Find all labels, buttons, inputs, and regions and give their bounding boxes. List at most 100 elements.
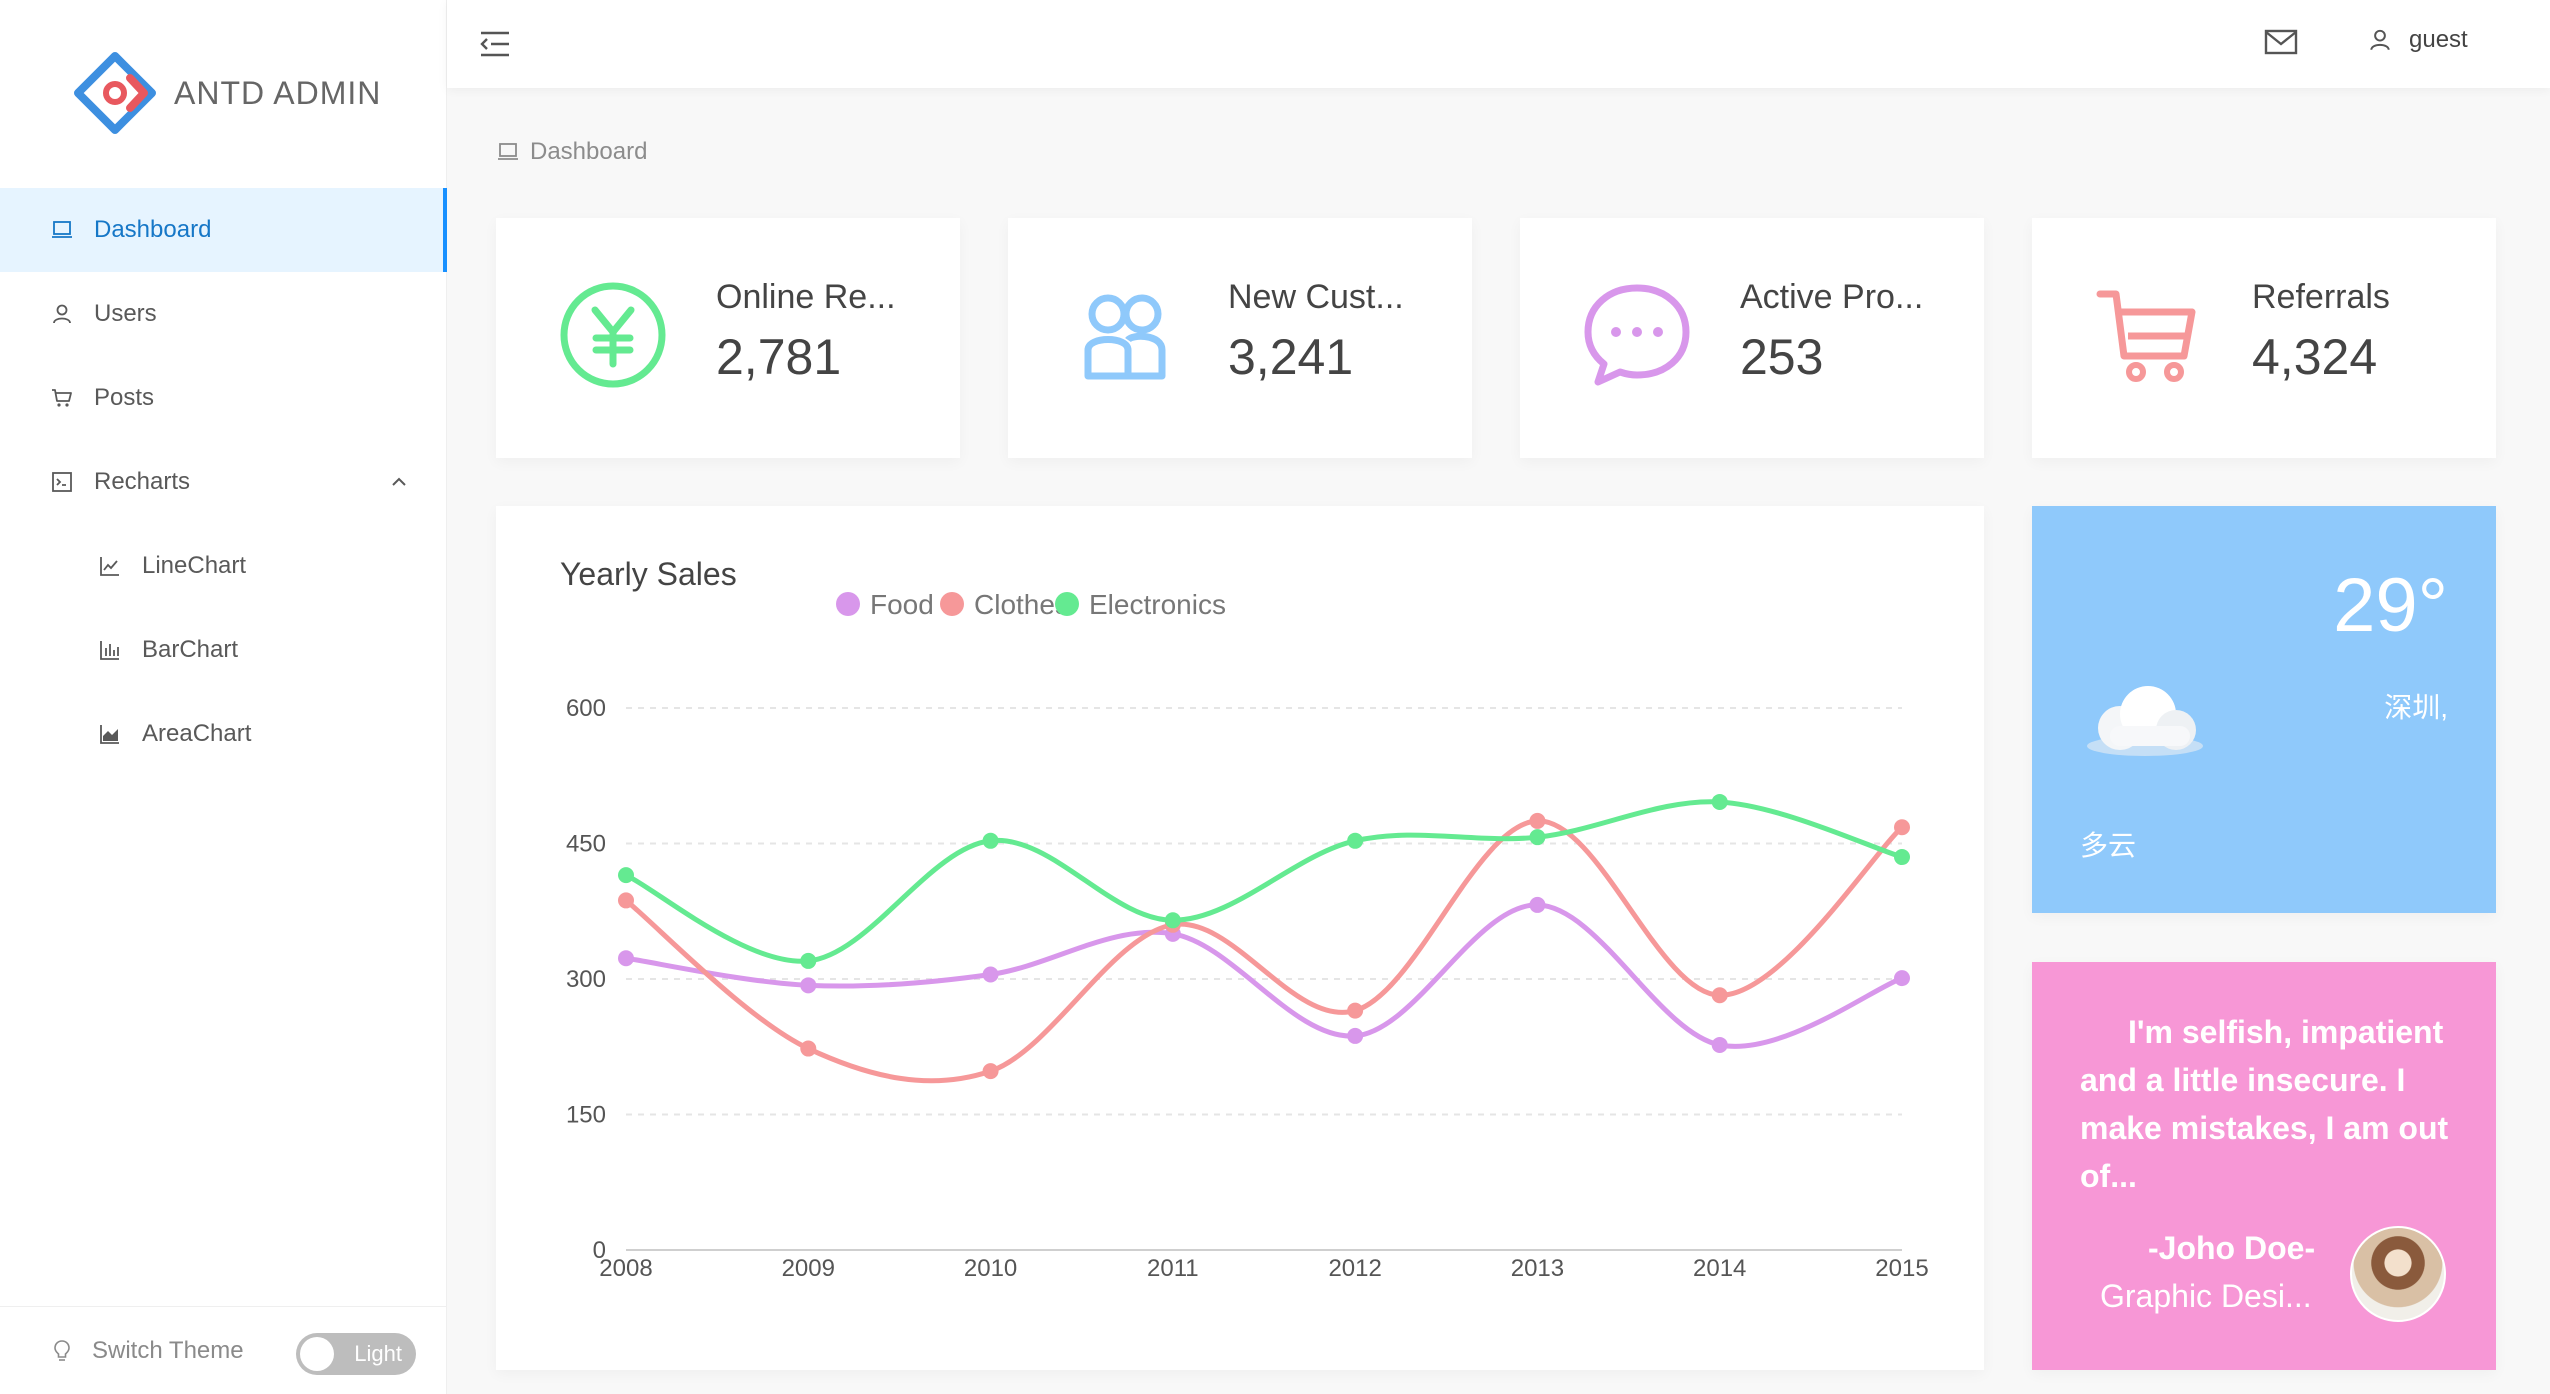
data-point-food [1347,1027,1364,1044]
area-chart-icon [100,725,119,744]
user-icon [2370,29,2390,51]
legend-marker-food [836,592,860,616]
data-point-clothes [618,892,634,909]
stat-value: 3,241 [1228,329,1354,385]
y-tick-label: 150 [566,1102,606,1129]
stat-card-referrals: Referrals 4,324 [2032,218,2496,458]
stat-title: New Cust... [1228,278,1404,316]
data-point-electronics [1529,829,1546,846]
chevron-up-icon[interactable] [387,470,411,494]
quote-card: I'm selfish, impatient and a little inse… [2032,962,2496,1370]
legend-marker-electronics [1055,592,1079,616]
sidebar-item-label: LineChart [142,552,247,579]
weather-city: 深圳, [2384,692,2448,723]
switch-theme-label: Switch Theme [92,1336,244,1364]
sales-line-chart: 01503004506002008 2009 2010 2011 2012 2013 201… [566,589,1929,1282]
data-point-food [1529,896,1546,913]
breadcrumb-item[interactable]: Dashboard [530,138,647,166]
sidebar-item-label: AreaChart [142,720,252,747]
line-chart-icon [100,557,119,576]
sidebar: ANTD ADMIN Dashboard Users Posts Rechart… [0,0,447,1394]
series-line-electronics [624,799,1903,964]
y-tick-label: 300 [566,966,606,993]
code-icon [52,472,72,492]
user-icon [53,304,71,324]
sidebar-menu: Dashboard Users Posts Recharts LineChart… [0,188,447,776]
bar-chart-icon [100,641,119,660]
data-point-clothes [982,1063,999,1080]
theme-toggle-label: Light [354,1341,402,1366]
quote-author-title: Graphic Desi... [2100,1278,2312,1314]
theme-toggle[interactable]: Light [296,1333,416,1375]
logo[interactable]: ANTD ADMIN [72,50,381,136]
logo-text: ANTD ADMIN [174,74,382,111]
data-point-clothes [1894,819,1910,836]
x-tick-label: 2011 [1147,1255,1199,1282]
avatar [2350,1226,2446,1322]
data-point-food [1711,1036,1728,1053]
data-point-clothes [800,1040,817,1057]
stat-value: 4,324 [2252,329,2378,385]
shopping-cart-icon [52,389,72,407]
stat-card-new-customers: New Cust... 3,241 [1008,218,1472,458]
sidebar-item-areachart[interactable]: AreaChart [0,692,447,776]
sidebar-item-barchart[interactable]: BarChart [0,608,447,692]
stat-title: Active Pro... [1740,278,1924,316]
legend-label-food: Food [870,589,934,620]
menu-fold-icon[interactable] [477,26,513,62]
stat-card-online-revenue: Online Re... 2,781 [496,218,960,458]
sidebar-item-dashboard[interactable]: Dashboard [0,188,447,272]
sidebar-item-label: BarChart [142,636,239,663]
data-point-clothes [1347,1002,1364,1019]
data-point-food [618,950,634,967]
header: guest [447,0,2550,88]
bulb-icon [54,1339,70,1361]
mail-icon[interactable] [2263,24,2299,60]
weather-condition: 多云 [2080,830,2137,861]
team-icon [1084,294,1166,380]
data-point-electronics [1894,849,1910,866]
data-point-clothes [1711,987,1728,1004]
quote-text: I'm selfish, impatient and a little inse… [2080,1014,2449,1194]
sidebar-item-recharts[interactable]: Recharts [0,440,447,524]
legend-label-electronics: Electronics [1089,589,1226,620]
pay-circle-icon [560,282,666,388]
toggle-knob [300,1337,334,1371]
data-point-food [800,977,817,994]
sidebar-item-users[interactable]: Users [0,272,447,356]
user-name: guest [2409,26,2468,53]
data-point-electronics [800,952,817,969]
series-line-food [625,902,1903,1049]
sidebar-item-label: Posts [94,384,155,411]
y-tick-label: 600 [566,695,606,722]
x-tick-label: 2009 [782,1255,835,1282]
x-tick-label: 2008 [599,1255,652,1282]
y-tick-label: 450 [566,831,606,858]
sidebar-item-label: Recharts [94,468,191,495]
sales-card: Yearly Sales 0 150 300 450 600 2008 2009 2010 20… [496,506,1984,1370]
data-point-food [982,966,999,983]
sidebar-item-posts[interactable]: Posts [0,356,447,440]
sidebar-footer: Switch Theme Light [0,1306,447,1394]
sidebar-item-label: Dashboard [94,216,212,243]
data-point-electronics [1347,832,1364,849]
breadcrumb: Dashboard [496,138,647,166]
stat-value: 2,781 [716,329,842,385]
shopping-cart-icon [2096,290,2196,382]
message-icon [1584,284,1690,386]
stat-card-active-projects: Active Pro... 253 [1520,218,1984,458]
weather-temperature: 29° [2333,563,2448,648]
x-tick-label: 2014 [1693,1255,1746,1282]
stat-title: Referrals [2252,278,2390,316]
cloud-icon [2087,686,2203,756]
legend-label-clothes: Clothes [974,589,1069,620]
laptop-icon [498,143,518,160]
x-tick-label: 2010 [964,1255,1017,1282]
legend-marker-clothes [940,592,964,616]
x-tick-label: 2013 [1511,1255,1564,1282]
data-point-clothes [1529,812,1546,829]
data-point-electronics [982,832,999,849]
sidebar-item-linechart[interactable]: LineChart [0,524,447,608]
data-point-food [1894,970,1910,987]
user-menu[interactable]: guest [2367,26,2468,54]
